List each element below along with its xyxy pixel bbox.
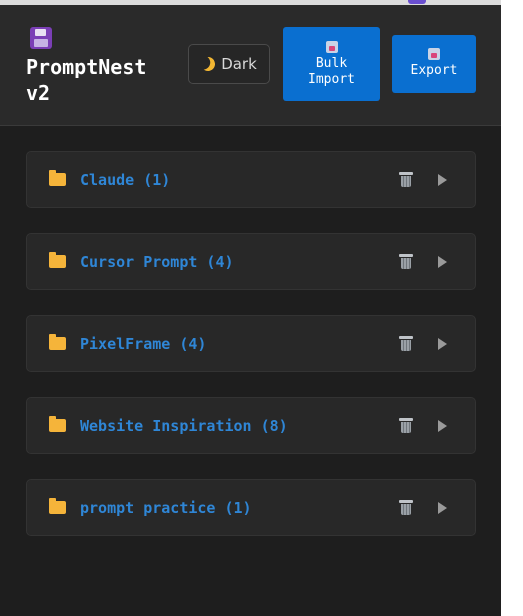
folder-label: prompt practice (1) (80, 499, 252, 517)
trash-can-icon[interactable] (399, 500, 413, 515)
bulk-import-label-line2: Import (308, 72, 355, 87)
app-title: PromptNest v2 (26, 54, 176, 106)
theme-toggle-button[interactable]: Dark (188, 44, 270, 84)
folder-icon (49, 334, 66, 350)
floppy-disk-icon (30, 27, 52, 49)
folder-icon (49, 498, 66, 514)
trash-can-icon[interactable] (399, 418, 413, 433)
extension-badge (408, 0, 426, 4)
folder-row-pixelframe[interactable]: PixelFrame (4) (26, 315, 476, 372)
export-label: Export (410, 63, 458, 78)
trash-can-icon[interactable] (399, 336, 413, 351)
export-button[interactable]: Export (392, 35, 476, 93)
trash-can-icon[interactable] (399, 172, 413, 187)
inbox-tray-icon (325, 41, 338, 53)
folder-icon (49, 416, 66, 432)
chevron-right-icon[interactable] (438, 338, 447, 350)
folder-label: Claude (1) (80, 171, 171, 189)
app-title-line1: PromptNest (26, 55, 147, 79)
folder-label: Website Inspiration (8) (80, 417, 288, 435)
folder-icon (49, 252, 66, 268)
bulk-import-label-line1: Bulk (315, 56, 348, 71)
bulk-import-button[interactable]: Bulk Import (283, 27, 380, 101)
chevron-right-icon[interactable] (438, 502, 447, 514)
folder-row-website-inspiration[interactable]: Website Inspiration (8) (26, 397, 476, 454)
chevron-right-icon[interactable] (438, 256, 447, 268)
folder-row-prompt-practice[interactable]: prompt practice (1) (26, 479, 476, 536)
folder-row-cursor-prompt[interactable]: Cursor Prompt (4) (26, 233, 476, 290)
header: PromptNest v2 Dark Bulk Import Export (0, 5, 501, 126)
folder-icon (49, 170, 66, 186)
theme-toggle-label: Dark (221, 55, 257, 73)
chevron-right-icon[interactable] (438, 174, 447, 186)
chevron-right-icon[interactable] (438, 420, 447, 432)
folder-row-claude[interactable]: Claude (1) (26, 151, 476, 208)
trash-can-icon[interactable] (399, 254, 413, 269)
folder-label: Cursor Prompt (4) (80, 253, 234, 271)
page-edge (501, 0, 523, 616)
popup-panel: PromptNest v2 Dark Bulk Import Export Cl… (0, 5, 501, 616)
outbox-tray-icon (428, 48, 440, 60)
folder-label: PixelFrame (4) (80, 335, 207, 353)
app-title-line2: v2 (26, 81, 51, 105)
crescent-moon-icon (199, 55, 217, 73)
